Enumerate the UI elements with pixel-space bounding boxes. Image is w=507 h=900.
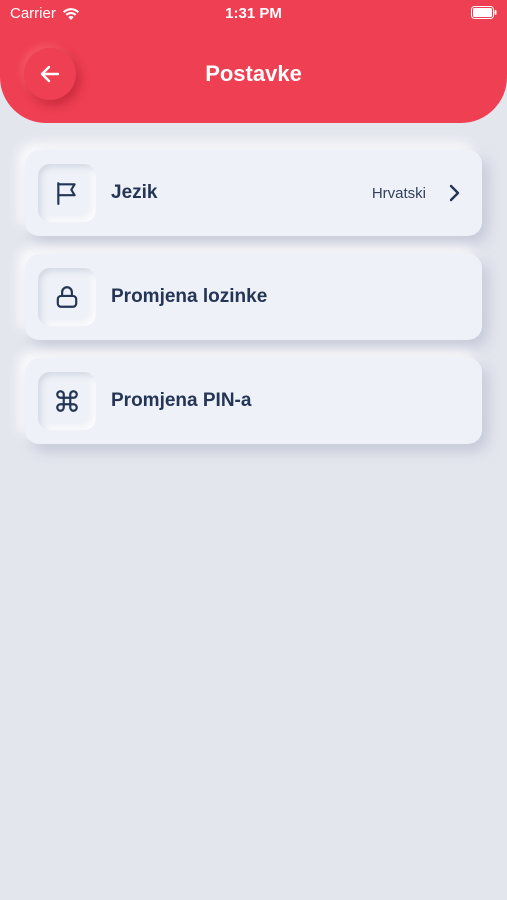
page-title: Postavke <box>205 61 302 86</box>
battery-icon <box>471 6 497 19</box>
lock-icon <box>56 286 78 308</box>
chevron-right-icon <box>449 184 460 202</box>
settings-item-change-pin[interactable]: Promjena PIN-a <box>25 358 482 444</box>
settings-item-change-password[interactable]: Promjena lozinke <box>25 254 482 340</box>
language-value: Hrvatski <box>371 184 426 202</box>
header: Carrier 1:31 PM Postavke <box>0 0 507 123</box>
settings-item-label: Promjena PIN-a <box>111 390 252 411</box>
command-icon <box>56 390 78 412</box>
status-bar: Carrier 1:31 PM <box>0 0 507 28</box>
settings-item-label: Promjena lozinke <box>111 286 268 307</box>
settings-icon-box <box>38 372 96 430</box>
settings-icon-box <box>38 164 96 222</box>
settings-item-label: Jezik <box>111 182 158 203</box>
flag-icon <box>57 182 76 205</box>
settings-icon-box <box>38 268 96 326</box>
settings-item-language[interactable]: Jezik Hrvatski <box>25 150 482 236</box>
status-time: 1:31 PM <box>225 5 282 22</box>
